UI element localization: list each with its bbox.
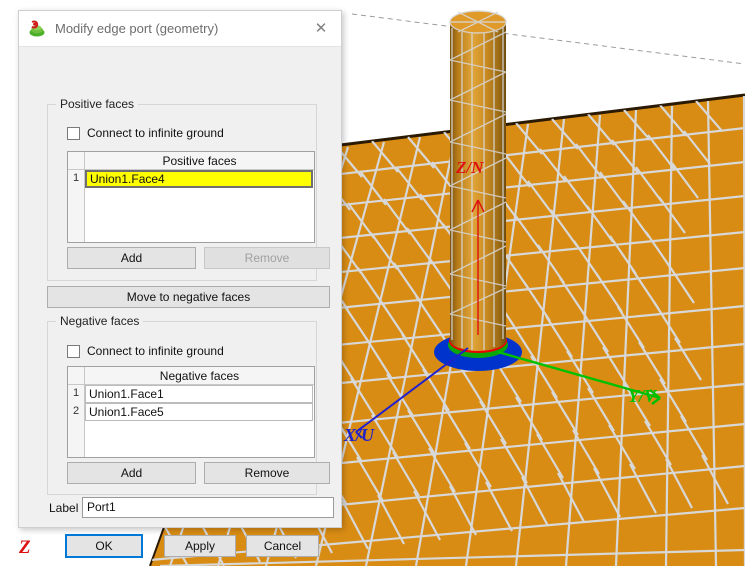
- negative-faces-group-title: Negative faces: [56, 314, 144, 328]
- table-row[interactable]: 1 Union1.Face4: [68, 170, 314, 188]
- positive-faces-column-header: Positive faces: [162, 153, 237, 168]
- positive-add-button[interactable]: Add: [67, 247, 196, 269]
- positive-faces-table-header: Positive faces: [68, 152, 314, 170]
- row-index: 2: [68, 403, 85, 421]
- positive-face-cell-edit[interactable]: Union1.Face4: [85, 170, 313, 188]
- negative-connect-ground-checkbox[interactable]: [67, 344, 80, 358]
- apply-button[interactable]: Apply: [164, 535, 236, 557]
- close-icon[interactable]: ✕: [301, 11, 341, 45]
- negative-connect-ground-label: Connect to infinite ground: [87, 344, 224, 358]
- dialog-title: Modify edge port (geometry): [55, 21, 219, 36]
- positive-connect-ground-checkbox[interactable]: [67, 126, 80, 140]
- modify-edge-port-dialog[interactable]: Modify edge port (geometry) ✕ Positive f…: [18, 10, 342, 558]
- positive-remove-button: Remove: [204, 247, 330, 269]
- empty-cells: [85, 421, 314, 457]
- row-index: 1: [68, 385, 85, 403]
- cancel-button[interactable]: Cancel: [246, 535, 319, 557]
- negative-faces-table-body: 1 Union1.Face1 2 Union1.Face5: [68, 385, 314, 457]
- label-input[interactable]: Port1: [82, 497, 334, 518]
- negative-faces-table-header: Negative faces: [68, 367, 314, 385]
- row-index: 1: [68, 170, 85, 188]
- positive-faces-table-body: 1 Union1.Face4: [68, 170, 314, 242]
- negative-remove-button[interactable]: Remove: [204, 462, 330, 484]
- label-field-row: Label Port1: [49, 497, 334, 518]
- table-row[interactable]: 1 Union1.Face1: [68, 385, 314, 403]
- app-root: X/U Y/V Z/N Z Modify edge port (geometry…: [0, 0, 745, 566]
- positive-faces-group-title: Positive faces: [56, 97, 139, 111]
- negative-add-button[interactable]: Add: [67, 462, 196, 484]
- empty-index-gutter: [68, 188, 85, 242]
- positive-connect-ground-label: Connect to infinite ground: [87, 126, 224, 140]
- positive-faces-empty-area[interactable]: [68, 188, 314, 242]
- ok-button[interactable]: OK: [65, 534, 143, 558]
- table-row[interactable]: 2 Union1.Face5: [68, 403, 314, 421]
- positive-faces-table[interactable]: Positive faces 1 Union1.Face4: [67, 151, 315, 243]
- negative-connect-ground-row[interactable]: Connect to infinite ground: [67, 344, 224, 358]
- empty-cells: [85, 188, 314, 242]
- negative-faces-column-header: Negative faces: [159, 368, 240, 383]
- negative-faces-index-header: [68, 367, 85, 384]
- negative-faces-table[interactable]: Negative faces 1 Union1.Face1 2 Union1.F…: [67, 366, 315, 458]
- dialog-titlebar[interactable]: Modify edge port (geometry) ✕: [19, 11, 341, 47]
- negative-face-cell[interactable]: Union1.Face5: [85, 403, 313, 421]
- comsol-port-icon: [29, 20, 45, 36]
- positive-connect-ground-row[interactable]: Connect to infinite ground: [67, 126, 224, 140]
- dialog-body: Positive faces Connect to infinite groun…: [19, 47, 341, 558]
- negative-faces-empty-area[interactable]: [68, 421, 314, 457]
- negative-face-cell[interactable]: Union1.Face1: [85, 385, 313, 403]
- move-to-negative-faces-button[interactable]: Move to negative faces: [47, 286, 330, 308]
- empty-index-gutter: [68, 421, 85, 457]
- label-field-caption: Label: [49, 500, 79, 515]
- positive-faces-index-header: [68, 152, 85, 169]
